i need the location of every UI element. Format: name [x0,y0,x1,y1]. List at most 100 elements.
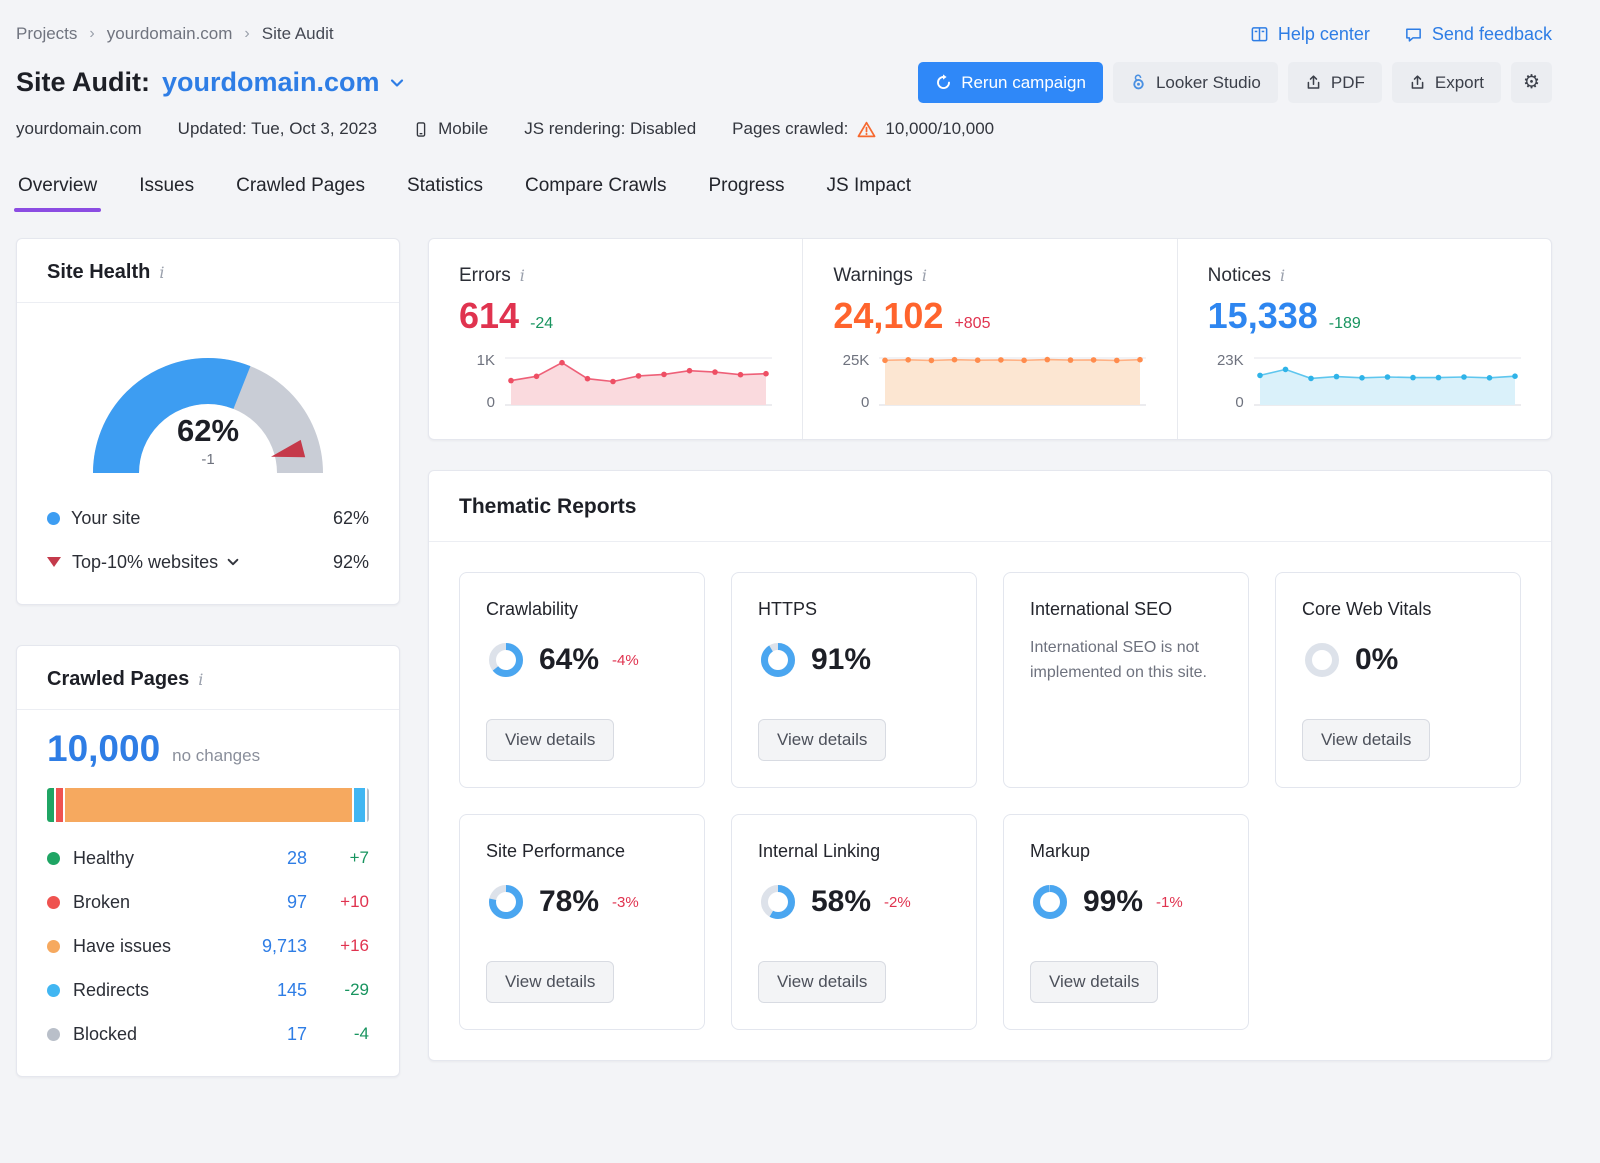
info-icon[interactable]: i [198,672,203,688]
tab-bar: Overview Issues Crawled Pages Statistics… [16,169,1552,212]
errors-y-axis: 1K 0 [459,351,495,413]
redirects-count-link[interactable]: 145 [235,980,307,1001]
upload-icon [1305,74,1322,91]
have-issues-count-link[interactable]: 9,713 [235,936,307,957]
pdf-button[interactable]: PDF [1288,62,1382,103]
crawled-pages-total[interactable]: 10,000 [47,728,160,770]
site-audit-page: Projects › yourdomain.com › Site Audit H… [0,0,1600,1107]
legend-row-have-issues: Have issues 9,713 +16 [47,924,369,968]
domain-dropdown-label: yourdomain.com [162,67,380,98]
internal-linking-delta: -2% [884,894,911,911]
settings-button[interactable]: ⚙ [1511,62,1552,103]
broken-count-link[interactable]: 97 [235,892,307,913]
meta-device: Mobile [413,119,488,139]
help-center-link[interactable]: Help center [1250,24,1370,45]
tab-progress[interactable]: Progress [706,169,786,212]
warnings-sparkline [879,351,1146,413]
have-issues-dot-icon [47,940,60,953]
notices-value-row: 15,338 -189 [1208,295,1521,337]
bar-segment-healthy [47,788,54,822]
crawlability-donut [486,640,526,680]
site-health-legend: Your site 62% Top-10% websites 92% [17,490,399,604]
healthy-count-link[interactable]: 28 [235,848,307,869]
healthy-delta: +7 [321,848,369,868]
warnings-ymin-label: 0 [833,394,869,411]
blocked-count-link[interactable]: 17 [235,1024,307,1045]
benchmark-triangle-icon [47,557,61,567]
crawlability-percent: 64% [539,643,599,677]
site-performance-view-details-button[interactable]: View details [486,961,614,1003]
notices-label: Notices [1208,265,1271,287]
metrics-card: Errors i 614 -24 1K 0 [428,238,1552,440]
thematic-card-international-seo: International SEO International SEO is n… [1003,572,1249,788]
info-icon[interactable]: i [922,268,927,284]
thematic-reports-header: Thematic Reports [429,471,1551,542]
benchmark-dropdown[interactable]: Top-10% websites [72,552,240,573]
top-links: Help center Send feedback [1250,24,1552,45]
thematic-card-markup: Markup 99% -1% View details [1003,814,1249,1030]
looker-studio-button[interactable]: Looker Studio [1113,62,1278,103]
breadcrumb-item-domain[interactable]: yourdomain.com [107,24,233,44]
rerun-campaign-label: Rerun campaign [961,73,1086,93]
benchmark-label: Top-10% websites [72,552,218,573]
errors-sparkline [505,351,772,413]
tab-overview[interactable]: Overview [16,169,99,212]
notices-y-axis: 23K 0 [1208,351,1244,413]
breadcrumb-item-projects[interactable]: Projects [16,24,77,44]
info-icon[interactable]: i [520,268,525,284]
your-site-label: Your site [71,508,140,529]
export-button[interactable]: Export [1392,62,1501,103]
site-performance-delta: -3% [612,894,639,911]
tab-crawled-pages[interactable]: Crawled Pages [234,169,367,212]
page-title-label: Site Audit: [16,67,150,98]
upload-icon [1409,74,1426,91]
domain-dropdown[interactable]: yourdomain.com [162,67,405,98]
tab-js-impact[interactable]: JS Impact [825,169,913,212]
info-icon[interactable]: i [1280,268,1285,284]
notices-sparkline [1254,351,1521,413]
warnings-delta: +805 [954,315,990,333]
crawled-pages-card: Crawled Pages i 10,000 no changes Health… [16,645,400,1077]
markup-score: 99% -1% [1030,882,1183,922]
tab-issues[interactable]: Issues [137,169,196,212]
looker-studio-icon [1130,74,1147,91]
crawlability-view-details-button[interactable]: View details [486,719,614,761]
bar-segment-broken [56,788,63,822]
legend-row-healthy: Healthy 28 +7 [47,836,369,880]
thematic-reports-title: Thematic Reports [459,495,1521,519]
broken-delta: +10 [321,892,369,912]
warnings-y-axis: 25K 0 [833,351,869,413]
chevron-down-icon [226,555,240,569]
crawled-pages-legend: Healthy 28 +7 Broken 97 +10 Have i [47,836,369,1056]
tab-statistics[interactable]: Statistics [405,169,485,212]
notices-delta: -189 [1329,315,1361,333]
https-view-details-button[interactable]: View details [758,719,886,761]
errors-chart-area: 1K 0 [459,351,772,413]
info-icon[interactable]: i [159,265,164,281]
blocked-label: Blocked [73,1024,235,1045]
errors-value[interactable]: 614 [459,295,519,337]
thematic-grid: Crawlability 64% -4% View details HTTPS … [429,542,1551,1060]
core-web-vitals-view-details-button[interactable]: View details [1302,719,1430,761]
crawlability-title: Crawlability [486,599,578,620]
markup-view-details-button[interactable]: View details [1030,961,1158,1003]
send-feedback-link[interactable]: Send feedback [1404,24,1552,45]
warnings-metric: Warnings i 24,102 +805 25K 0 [802,239,1176,439]
redirects-delta: -29 [321,980,369,1000]
legend-your-site: Your site 62% [47,496,369,540]
notices-value[interactable]: 15,338 [1208,295,1318,337]
crawled-pages-bar [47,788,369,822]
crawled-pages-note: no changes [172,746,260,766]
crawlability-score: 64% -4% [486,640,639,680]
internal-linking-view-details-button[interactable]: View details [758,961,886,1003]
tab-compare-crawls[interactable]: Compare Crawls [523,169,668,212]
warnings-label: Warnings [833,265,913,287]
thematic-reports-card: Thematic Reports Crawlability 64% -4% Vi… [428,470,1552,1061]
international-seo-title: International SEO [1030,599,1172,620]
export-label: Export [1435,73,1484,93]
site-performance-title: Site Performance [486,841,625,862]
internal-linking-percent: 58% [811,885,871,919]
warnings-value[interactable]: 24,102 [833,295,943,337]
bar-segment-blocked [367,788,369,822]
rerun-campaign-button[interactable]: Rerun campaign [918,62,1103,103]
